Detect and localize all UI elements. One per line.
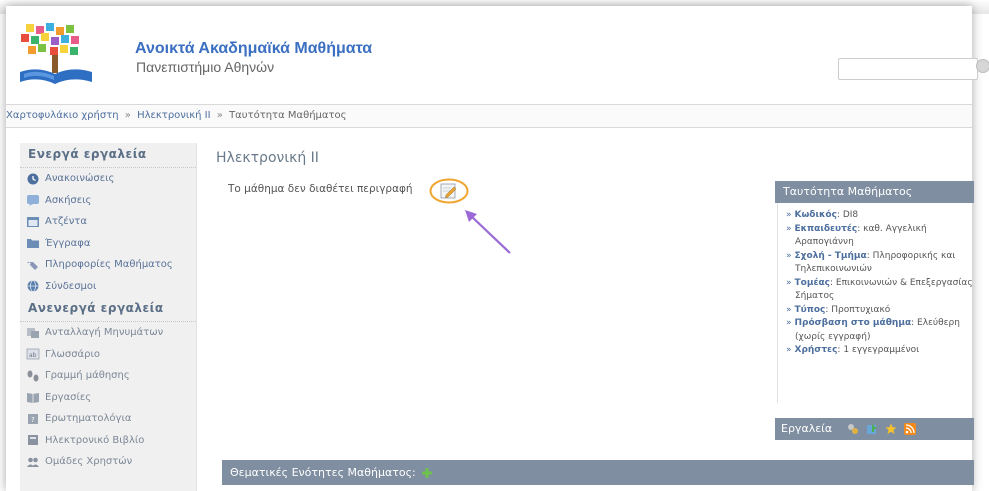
announcements-icon: [27, 173, 39, 185]
course-description: Το μάθημα δεν διαθέτει περιγραφή: [228, 183, 413, 195]
sidebar-item-label: Ατζέντα: [45, 216, 87, 228]
sidebar-item-label: Έγγραφα: [45, 237, 91, 249]
glossary-icon: ab: [26, 348, 40, 360]
course-identity-panel-title: Ταυτότητα Μαθήματος: [775, 181, 974, 203]
sidebar-item-documents[interactable]: Έγγραφα: [20, 233, 196, 255]
svg-text:ab: ab: [29, 352, 37, 359]
favorite-star-icon[interactable]: [885, 423, 897, 435]
course-topics-bar: Θεματικές Ενότητες Μαθήματος:: [222, 460, 974, 485]
questionnaires-icon: ?: [28, 413, 38, 424]
sidebar-item-label: Πληροφορίες Μαθήματος: [45, 259, 173, 271]
links-icon: [27, 280, 39, 293]
tools-label: Εργαλεία: [781, 422, 833, 435]
sidebar-item-announcements[interactable]: Ανακοινώσεις: [20, 168, 196, 190]
sidebar-item-assignments[interactable]: Εργασίες: [20, 387, 196, 409]
search-button[interactable]: [976, 59, 989, 73]
info-value: Προπτυχιακό: [831, 304, 891, 315]
assignments-icon: [27, 393, 39, 404]
header: Ανοικτά Ακαδημαϊκά Μαθήματα Πανεπιστήμιο…: [6, 6, 989, 100]
info-row-users: » Χρήστες: 1 εγγεγραμμένοι: [786, 345, 920, 355]
sidebar-item-course-info[interactable]: Πληροφορίες Μαθήματος: [20, 254, 196, 276]
sidebar-item-label: Ερωτηματολόγια: [45, 413, 132, 425]
sidebar-item-label: Ασκήσεις: [45, 194, 92, 206]
sidebar-item-glossary[interactable]: ab Γλωσσάριο: [20, 344, 196, 366]
sidebar-item-user-groups[interactable]: Ομάδες Χρηστών: [20, 451, 196, 473]
sidebar-item-label: Γραμμή μάθησης: [45, 370, 130, 382]
info-row-code: » Κωδικός: DI8: [786, 210, 859, 220]
info-row-instructors: » Εκπαιδευτές: καθ. Αγγελική Αραπογιάννη: [786, 223, 927, 248]
sidebar-item-label: Σύνδεσμοι: [45, 280, 97, 292]
message-exchange-icon: [27, 327, 39, 338]
export-icon[interactable]: [866, 423, 878, 435]
sidebar-item-message-exchange[interactable]: Ανταλλαγή Μηνυμάτων: [20, 322, 196, 344]
info-label: Κωδικός: [794, 210, 837, 220]
course-title: Ηλεκτρονική ΙΙ: [216, 150, 319, 166]
documents-icon: [27, 239, 39, 249]
course-info-icon: [27, 261, 38, 270]
info-row-sector: » Τομέας: Επικοινωνιών & Επεξεργασίας Σήμ…: [786, 277, 973, 302]
exercises-icon: [27, 195, 39, 207]
sidebar-item-label: Εργασίες: [45, 391, 92, 403]
sidebar: Ενεργά εργαλεία Ανακοινώσεις Ασκήσεις Ατ…: [20, 143, 197, 491]
sidebar-item-label: Γλωσσάριο: [45, 348, 100, 360]
info-row-type: » Τύπος: Προπτυχιακό: [786, 304, 891, 315]
agenda-icon: [27, 216, 39, 227]
info-label: Τύπος: [794, 304, 826, 315]
add-topic-icon[interactable]: [421, 467, 433, 479]
sidebar-item-label: Ηλεκτρονικό Βιβλίο: [45, 434, 145, 446]
info-value: 1 εγγεγραμμένοι: [843, 345, 920, 355]
info-label: Εκπαιδευτές: [794, 223, 858, 234]
tree-logo-icon[interactable]: [16, 22, 96, 88]
annotation-arrow-icon: [465, 210, 511, 254]
svg-text:?: ?: [31, 416, 35, 424]
info-label: Τομέας: [794, 277, 830, 288]
site-subtitle: Πανεπιστήμιο Αθηνών: [136, 59, 275, 75]
info-value: DI8: [842, 210, 859, 220]
sidebar-item-label: Ομάδες Χρηστών: [45, 456, 133, 468]
info-label: Σχολή - Τμήμα: [794, 250, 867, 261]
course-topics-label: Θεματικές Ενότητες Μαθήματος:: [230, 466, 416, 479]
sidebar-item-questionnaires[interactable]: ? Ερωτηματολόγια: [20, 408, 196, 430]
sidebar-item-links[interactable]: Σύνδεσμοι: [20, 276, 196, 298]
sidebar-item-ebook[interactable]: Ηλεκτρονικό Βιβλίο: [20, 430, 196, 452]
sidebar-item-learning-path[interactable]: Γραμμή μάθησης: [20, 365, 196, 387]
breadcrumb-link-portfolio[interactable]: Χαρτοφυλάκιο χρήστη: [6, 110, 119, 121]
manage-tools-icon[interactable]: [847, 423, 859, 435]
tools-bar: Εργαλεία: [775, 418, 974, 440]
info-label: Χρήστες: [794, 345, 838, 355]
learning-path-icon: [27, 370, 39, 382]
breadcrumb: Χαρτοφυλάκιο χρήστη » Ηλεκτρονική ΙΙ » Τ…: [6, 104, 972, 128]
sidebar-item-exercises[interactable]: Ασκήσεις: [20, 190, 196, 212]
breadcrumb-current: Ταυτότητα Μαθήματος: [229, 110, 347, 121]
breadcrumb-separator: »: [216, 110, 223, 121]
page: Ανοικτά Ακαδημαϊκά Μαθήματα Πανεπιστήμιο…: [6, 6, 989, 491]
rss-icon[interactable]: [904, 423, 917, 435]
sidebar-item-agenda[interactable]: Ατζέντα: [20, 211, 196, 233]
breadcrumb-separator: »: [124, 110, 131, 121]
info-label: Πρόσβαση στο μάθημα: [794, 318, 912, 328]
sidebar-item-label: Ανταλλαγή Μηνυμάτων: [45, 327, 164, 339]
ebook-icon: [28, 435, 38, 446]
breadcrumb-link-course[interactable]: Ηλεκτρονική ΙΙ: [137, 110, 211, 121]
active-tools-heading: Ενεργά εργαλεία: [20, 143, 196, 168]
course-identity-panel: » Κωδικός: DI8 » Εκπαιδευτές: καθ. Αγγελικ…: [777, 203, 975, 403]
info-row-access: » Πρόσβαση στο μάθημα: Ελεύθερη (χωρίς εγ…: [786, 318, 960, 342]
user-groups-icon: [27, 457, 39, 467]
site-title[interactable]: Ανοικτά Ακαδημαϊκά Μαθήματα: [135, 40, 372, 58]
sidebar-item-label: Ανακοινώσεις: [45, 173, 115, 185]
inactive-tools-heading: Ανενεργά εργαλεία: [20, 297, 196, 322]
info-row-department: » Σχολή - Τμήμα: Πληροφορικής και Τηλεπικ…: [786, 250, 956, 275]
search-input[interactable]: [838, 58, 978, 80]
